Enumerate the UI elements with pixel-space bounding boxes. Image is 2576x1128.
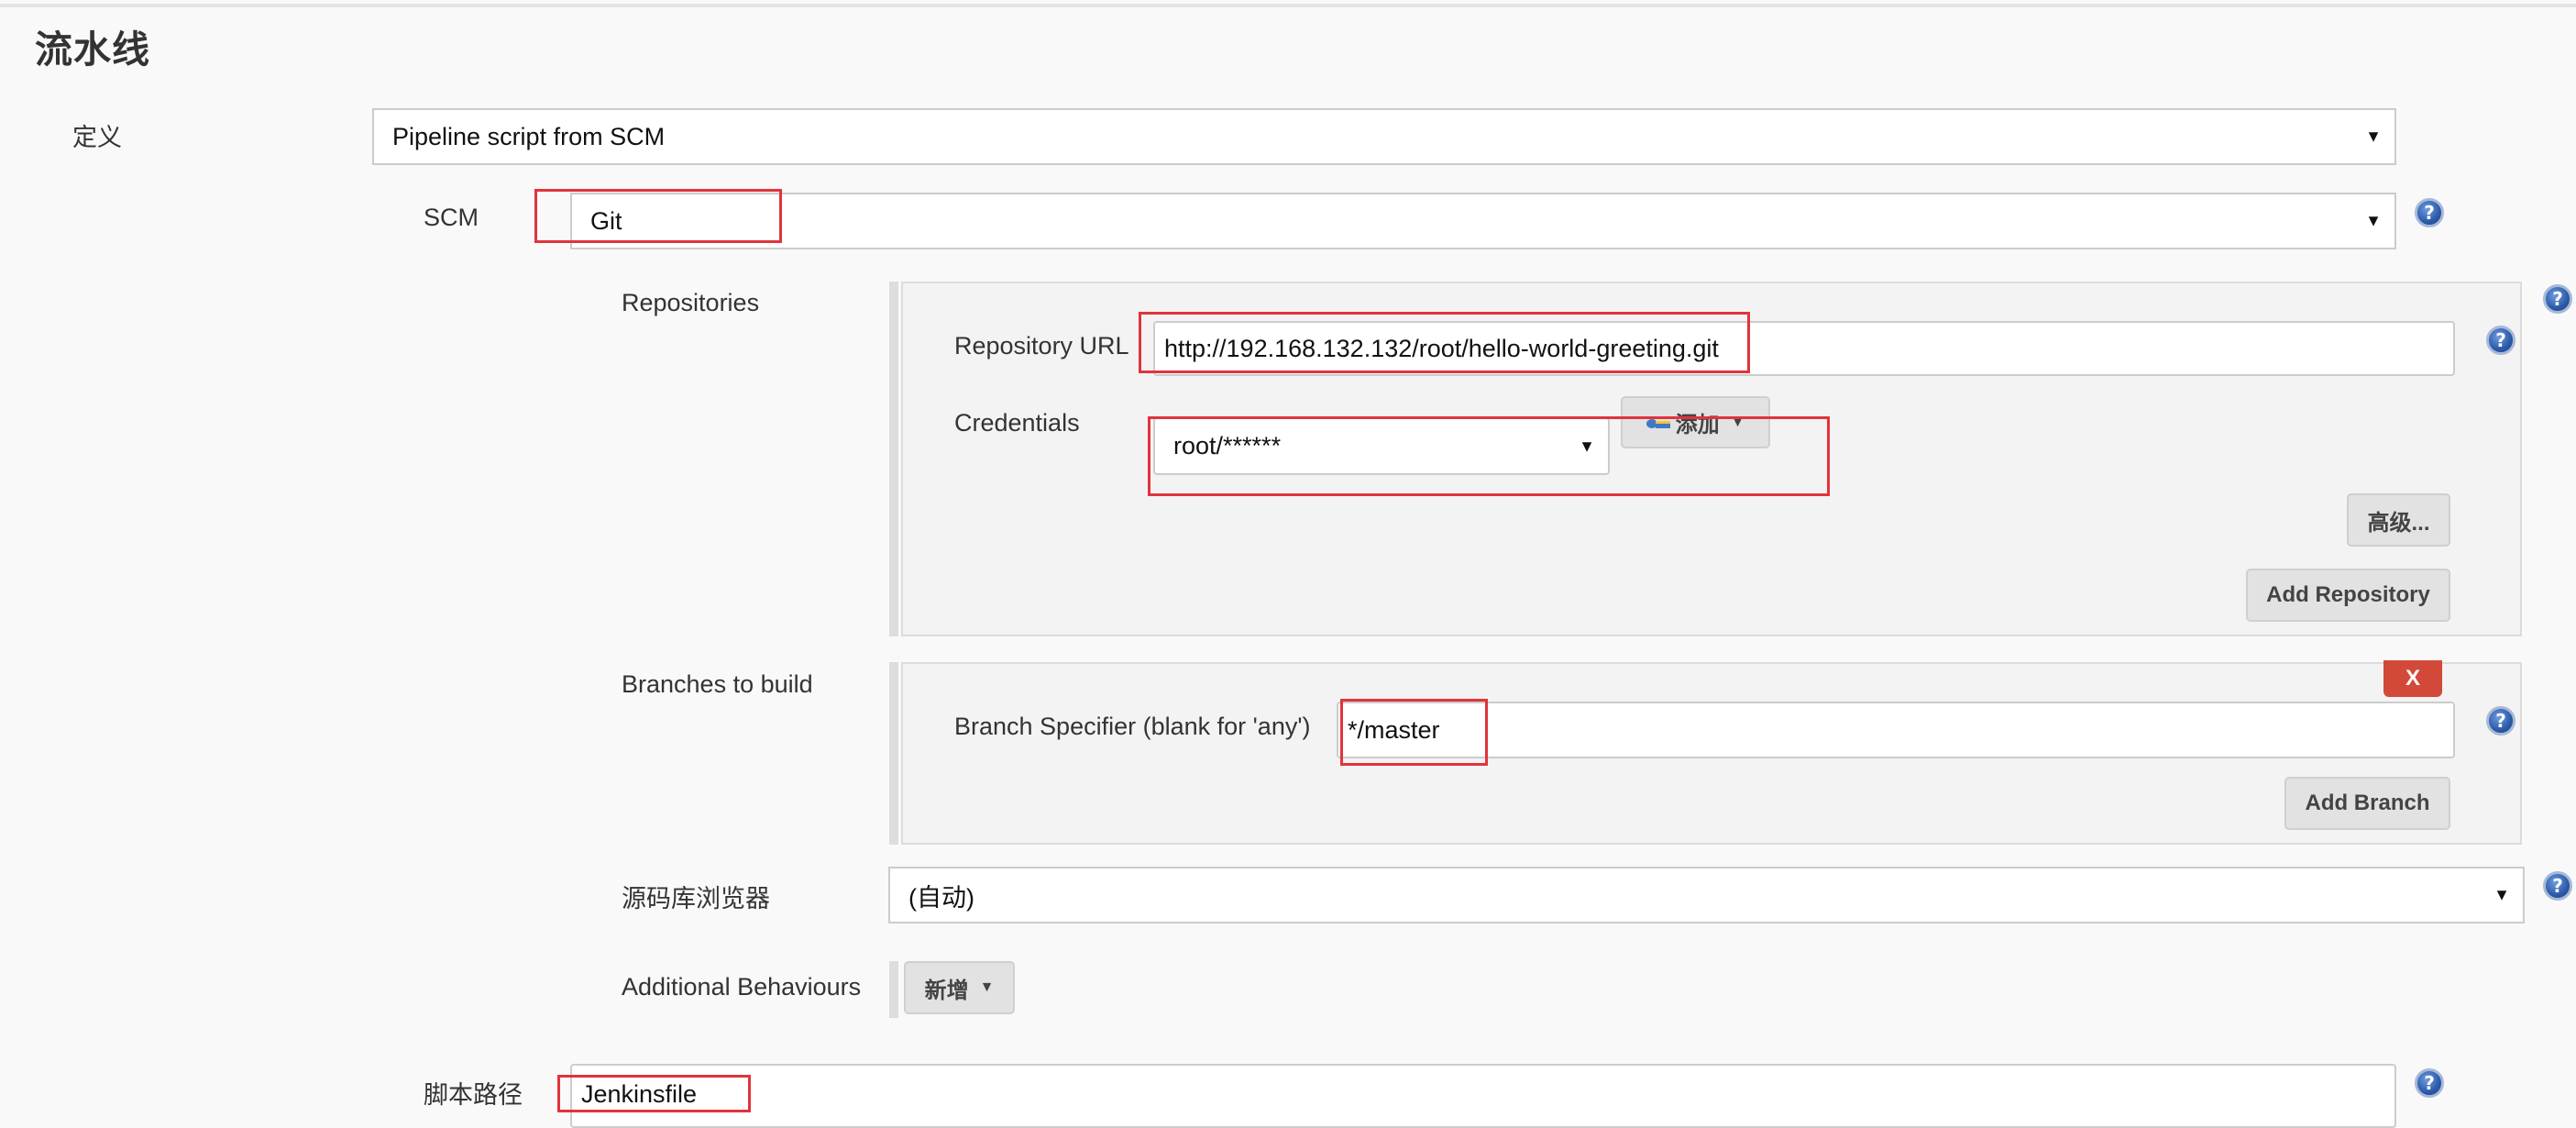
repo-browser-select[interactable]: (自动) ▼ [888, 867, 2525, 923]
advanced-button[interactable]: 高级... [2347, 493, 2450, 547]
script-path-input[interactable]: Jenkinsfile [570, 1064, 2396, 1128]
branches-label: Branches to build [622, 670, 813, 698]
add-branch-button[interactable]: Add Branch [2284, 777, 2450, 830]
add-credentials-button[interactable]: 添加 ▼ [1621, 396, 1770, 448]
help-icon[interactable]: ? [2543, 871, 2572, 901]
branch-specifier-value: */master [1348, 715, 1440, 744]
repository-url-input[interactable]: http://192.168.132.132/root/hello-world-… [1153, 321, 2455, 376]
scm-label: SCM [424, 204, 479, 231]
definition-select[interactable]: Pipeline script from SCM ▼ [372, 108, 2396, 165]
scm-selected-value: Git [590, 206, 622, 235]
add-behaviour-label: 新增 [924, 978, 969, 1003]
help-icon[interactable]: ? [2486, 706, 2515, 735]
definition-selected-value: Pipeline script from SCM [392, 122, 666, 150]
top-divider [0, 4, 2576, 7]
delete-branch-button[interactable]: X [2383, 660, 2442, 697]
key-icon [1646, 417, 1670, 428]
add-repository-button[interactable]: Add Repository [2246, 569, 2450, 622]
dropdown-arrow-icon: ▼ [2365, 127, 2382, 146]
add-credentials-label: 添加 [1675, 413, 1720, 437]
help-icon[interactable]: ? [2543, 284, 2572, 314]
scm-select[interactable]: Git ▼ [570, 193, 2396, 249]
dropdown-arrow-icon: ▼ [1579, 437, 1595, 455]
credentials-label: Credentials [954, 409, 1080, 437]
help-icon[interactable]: ? [2486, 326, 2515, 355]
help-icon[interactable]: ? [2415, 1068, 2444, 1098]
dropdown-arrow-icon: ▼ [2493, 885, 2510, 904]
help-icon[interactable]: ? [2415, 198, 2444, 227]
script-path-label: 脚本路径 [424, 1081, 523, 1109]
add-behaviour-button[interactable]: 新增 ▼ [904, 961, 1015, 1014]
repository-url-value: http://192.168.132.132/root/hello-world-… [1164, 334, 1719, 362]
additional-behaviours-label: Additional Behaviours [622, 973, 862, 1001]
repo-browser-selected-value: (自动) [908, 883, 974, 912]
repositories-panel-bar [889, 282, 898, 636]
credentials-select[interactable]: root/****** ▼ [1153, 417, 1610, 475]
dropdown-arrow-icon: ▼ [2365, 211, 2382, 230]
script-path-value: Jenkinsfile [581, 1080, 698, 1108]
repo-browser-label: 源码库浏览器 [622, 885, 770, 912]
additional-behaviours-bar [889, 961, 898, 1018]
branch-specifier-label: Branch Specifier (blank for 'any') [954, 713, 1311, 740]
branch-specifier-input[interactable]: */master [1337, 702, 2455, 758]
repository-url-label: Repository URL [954, 332, 1129, 359]
caret-down-icon: ▼ [1730, 414, 1745, 430]
caret-down-icon: ▼ [979, 979, 995, 995]
credentials-selected-value: root/****** [1173, 432, 1282, 459]
definition-label: 定义 [72, 124, 122, 151]
branches-panel-bar [889, 662, 898, 845]
section-title: 流水线 [35, 28, 150, 71]
repositories-label: Repositories [622, 289, 760, 316]
